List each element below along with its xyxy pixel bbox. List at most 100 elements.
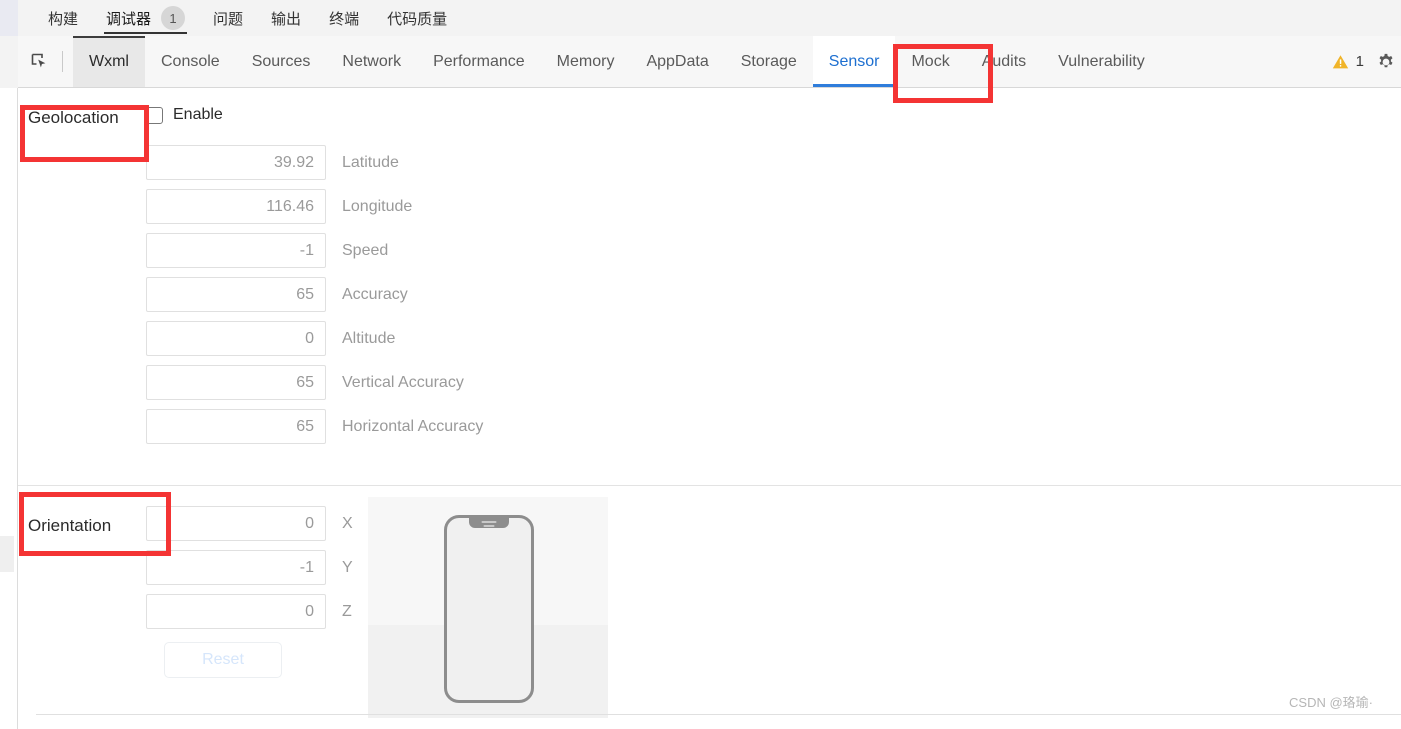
watermark: CSDN @珞瑜· xyxy=(1289,695,1373,710)
field-label-y: Y xyxy=(342,558,353,576)
geolocation-enable-checkbox[interactable] xyxy=(146,106,163,124)
field-row: 0 Altitude xyxy=(146,321,483,356)
panel-tab-1[interactable]: 构建 xyxy=(34,0,92,36)
orientation-section-label: Orientation xyxy=(28,516,112,535)
devtools-tab-label: Vulnerability xyxy=(1058,52,1145,70)
field-input-longitude[interactable]: 116.46 xyxy=(146,189,326,224)
devtools-tab-appdata[interactable]: AppData xyxy=(630,36,724,87)
phone-speaker-icon-2 xyxy=(483,524,495,527)
panel-tab-4[interactable]: 输出 xyxy=(257,0,315,36)
devtools-tab-sources[interactable]: Sources xyxy=(236,36,327,87)
field-input-z[interactable]: 0 xyxy=(146,594,326,629)
panel-tab-3[interactable]: 问题 xyxy=(199,0,257,36)
devtools-tab-wxml[interactable]: Wxml xyxy=(73,36,145,87)
geolocation-section: Geolocation Enable 39.92 Latitude 116.46 Lo… xyxy=(18,88,1401,486)
field-row: 65 Horizontal Accuracy xyxy=(146,409,483,444)
warning-count: 1 xyxy=(1355,53,1364,70)
devtools-tab-performance[interactable]: Performance xyxy=(417,36,541,87)
devtools-tab-label: Memory xyxy=(556,52,615,70)
devtools-tab-label: Mock xyxy=(911,52,950,70)
devtools-tab-label: Performance xyxy=(433,52,525,70)
field-input-y[interactable]: -1 xyxy=(146,550,326,585)
sensor-content: Geolocation Enable 39.92 Latitude 116.46 Lo… xyxy=(18,88,1401,729)
devtools-tab-label: AppData xyxy=(646,52,709,70)
devtools-tab-label: Network xyxy=(342,52,402,70)
field-label-horizontal-accuracy: Horizontal Accuracy xyxy=(342,417,484,435)
devtools-tabs: Wxml Console Sources Network Performance Memo… xyxy=(63,36,1320,87)
devtools-tab-vulnerability[interactable]: Vulnerability xyxy=(1042,36,1161,87)
geolocation-enable-label: Enable xyxy=(173,106,223,123)
devtools-tab-network[interactable]: Network xyxy=(326,36,417,87)
devtools-toolbar-right: 1 xyxy=(1320,36,1401,87)
orientation-fields: 0 X -1 Y 0 Z Reset xyxy=(146,506,353,678)
panel-tab-5[interactable]: 终端 xyxy=(315,0,373,36)
field-input-speed[interactable]: -1 xyxy=(146,233,326,268)
devtools-tab-label: Storage xyxy=(740,52,797,70)
left-edge-strip xyxy=(0,0,18,729)
field-label-longitude: Longitude xyxy=(342,197,413,215)
field-input-altitude[interactable]: 0 xyxy=(146,321,326,356)
devtools-tab-label: Wxml xyxy=(89,52,129,70)
phone-preview-panel[interactable] xyxy=(368,497,608,718)
phone-speaker-icon xyxy=(481,520,497,523)
panel-tab-label: 调试器 xyxy=(106,10,152,28)
panel-tab-label: 问题 xyxy=(213,10,244,28)
field-input-accuracy[interactable]: 65 xyxy=(146,277,326,312)
inspect-element-icon xyxy=(31,53,46,67)
settings-button[interactable] xyxy=(1377,53,1399,71)
inspect-element-button[interactable] xyxy=(18,36,62,87)
field-row: 116.46 Longitude xyxy=(146,189,483,224)
geolocation-fields: 39.92 Latitude 116.46 Longitude -1 Speed 65 Acc… xyxy=(146,145,483,453)
panel-tab-badge: 1 xyxy=(161,6,186,30)
field-row: 65 Accuracy xyxy=(146,277,483,312)
geolocation-enable-row[interactable]: Enable xyxy=(146,106,223,124)
devtools-tab-sensor[interactable]: Sensor xyxy=(812,36,896,87)
ide-panel-tabs: 构建 调试器 1 问题 输出 终端 代码质量 xyxy=(18,0,1401,36)
left-strip-mid xyxy=(0,36,18,88)
field-row: -1 Y xyxy=(146,550,353,585)
field-row: 65 Vertical Accuracy xyxy=(146,365,483,400)
devtools-tab-memory[interactable]: Memory xyxy=(541,36,631,87)
field-input-vertical-accuracy[interactable]: 65 xyxy=(146,365,326,400)
devtools-tab-audits[interactable]: Audits xyxy=(966,36,1042,87)
left-strip-top xyxy=(0,0,18,36)
field-input-horizontal-accuracy[interactable]: 65 xyxy=(146,409,326,444)
panel-tab-label: 终端 xyxy=(329,10,360,28)
panel-tab-label: 代码质量 xyxy=(387,10,448,28)
field-row: 0X xyxy=(146,506,353,541)
gear-icon xyxy=(1379,53,1393,67)
panel-tab-label: 输出 xyxy=(271,10,302,28)
field-label-latitude: Latitude xyxy=(342,153,399,171)
left-strip-low xyxy=(0,536,14,572)
panel-tab-6[interactable]: 代码质量 xyxy=(373,0,461,36)
devtools-sensor-panel: 构建 调试器 1 问题 输出 终端 代码质量 Wxml Console Sources Netwo… xyxy=(0,0,1401,729)
devtools-tab-bar: Wxml Console Sources Network Performance Memo… xyxy=(18,36,1401,88)
field-row: -1 Speed xyxy=(146,233,483,268)
field-label-vertical-accuracy: Vertical Accuracy xyxy=(342,373,464,391)
field-label-altitude: Altitude xyxy=(342,329,396,347)
phone-device-icon xyxy=(444,515,534,703)
field-input-x[interactable]: 0 xyxy=(146,506,326,541)
devtools-tab-mock[interactable]: Mock xyxy=(895,36,965,87)
devtools-tab-label: Sensor xyxy=(828,52,880,70)
panel-tab-label: 构建 xyxy=(48,10,79,28)
devtools-tab-label: Sources xyxy=(251,52,311,70)
warning-triangle-icon xyxy=(1332,54,1348,68)
geolocation-section-label: Geolocation xyxy=(28,108,119,127)
devtools-tab-label: Console xyxy=(160,52,220,70)
devtools-tab-console[interactable]: Console xyxy=(145,36,236,87)
reset-button[interactable]: Reset xyxy=(164,642,282,678)
field-row: 39.92 Latitude xyxy=(146,145,483,180)
devtools-tab-label: Audits xyxy=(981,52,1027,70)
field-label-accuracy: Accuracy xyxy=(342,285,408,303)
field-label-z: Z xyxy=(342,602,352,620)
panel-tab-2[interactable]: 调试器 1 xyxy=(92,0,199,36)
field-label-speed: Speed xyxy=(342,241,389,259)
bottom-divider xyxy=(36,714,1401,715)
field-input-latitude[interactable]: 39.92 xyxy=(146,145,326,180)
field-row: 0Z xyxy=(146,594,353,629)
warning-indicator[interactable]: 1 xyxy=(1320,53,1376,70)
field-label-x: X xyxy=(342,514,353,532)
orientation-section: Orientation 0 X -1 Y 0 Z Reset xyxy=(18,486,1401,728)
devtools-tab-storage[interactable]: Storage xyxy=(725,36,813,87)
